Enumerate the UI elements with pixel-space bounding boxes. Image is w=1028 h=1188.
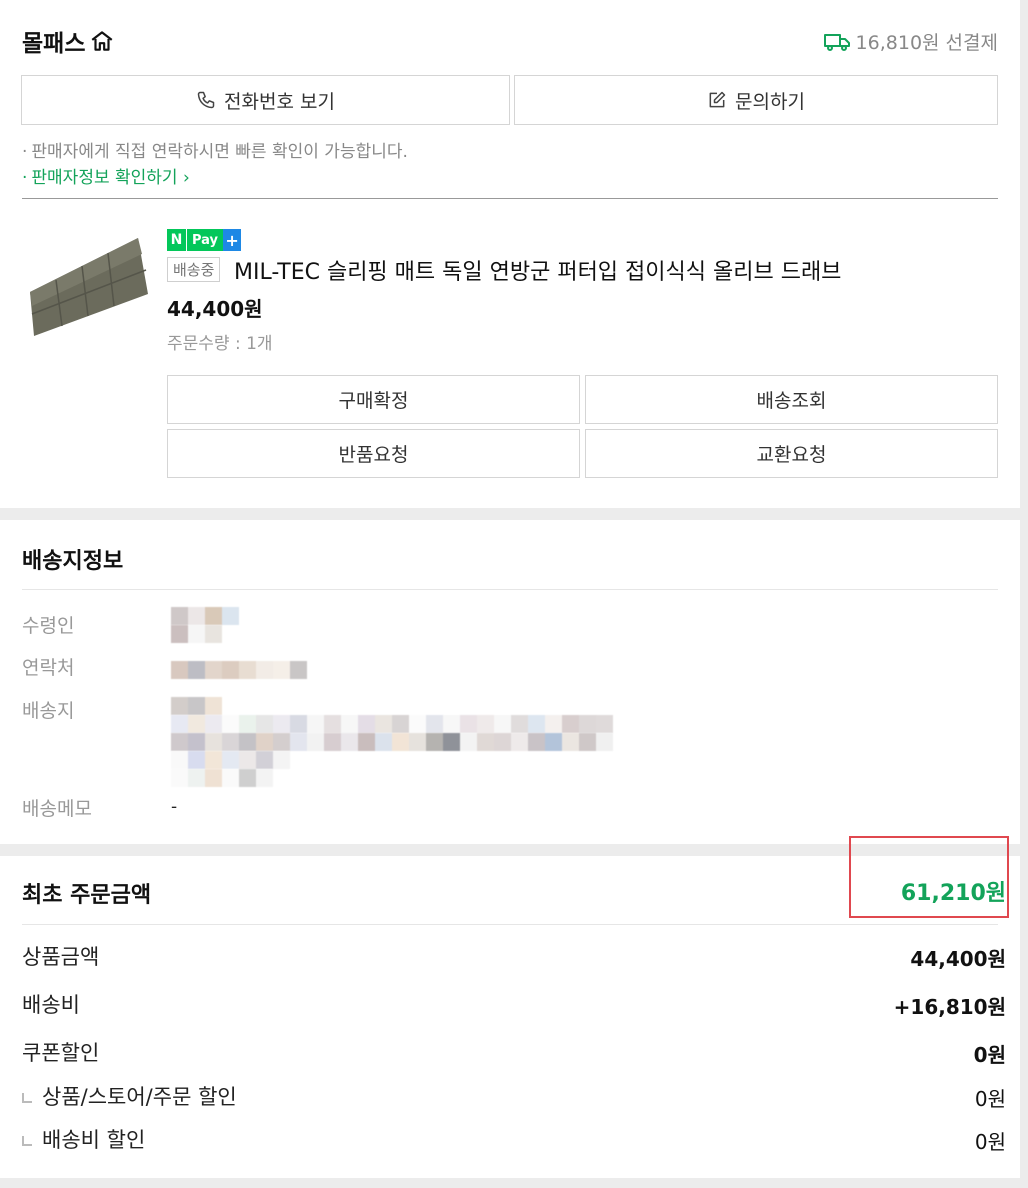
shipping-discount-row: 배송비 할인: [22, 1124, 145, 1154]
recipient-value-redacted: [171, 607, 239, 625]
address-line1-redacted: [171, 697, 222, 715]
store-name[interactable]: 몰패스: [22, 24, 115, 58]
product-title[interactable]: MIL-TEC 슬리핑 매트 독일 연방군 퍼터입 접이식식 올리브 드래브: [234, 254, 841, 286]
contact-label: 연락처: [22, 657, 75, 679]
inquiry-button[interactable]: 문의하기: [514, 75, 998, 125]
product-thumbnail[interactable]: [26, 232, 152, 342]
npay-plus-logo: +: [223, 229, 242, 251]
view-phone-button[interactable]: 전화번호 보기: [21, 75, 510, 125]
store-discount-label: 상품/스토어/주문 할인: [42, 1085, 237, 1109]
seller-info-link[interactable]: · 판매자정보 확인하기 ›: [22, 163, 190, 188]
status-badge: 배송중: [167, 257, 221, 282]
shipping-info-card: [0, 520, 1020, 844]
coupon-discount-value: 0원: [973, 1043, 1006, 1067]
shipping-fee-text: 16,810원 선결제: [855, 32, 998, 54]
total-highlight-box: [849, 836, 1009, 918]
home-icon: [92, 31, 113, 51]
return-request-label: 반품요청: [338, 444, 409, 466]
address-label: 배송지: [22, 700, 75, 722]
npay-plus-badge: N Pay +: [167, 229, 242, 251]
seller-contact-notice: · 판매자에게 직접 연락하시면 빠른 확인이 가능합니다.: [22, 142, 408, 162]
confirm-purchase-label: 구매확정: [338, 390, 409, 412]
shipping-cost-label: 배송비: [22, 993, 80, 1017]
store-name-text: 몰패스: [22, 31, 86, 57]
view-phone-label: 전화번호 보기: [224, 90, 335, 113]
seller-info-link-text: 판매자정보 확인하기: [31, 168, 178, 188]
track-delivery-button[interactable]: 배송조회: [585, 375, 998, 424]
store-discount-row: 상품/스토어/주문 할인: [22, 1081, 237, 1111]
recipient-value-redacted-2: [171, 625, 222, 643]
shipping-discount-label: 배송비 할인: [42, 1128, 146, 1152]
return-request-button[interactable]: 반품요청: [167, 429, 580, 478]
track-delivery-label: 배송조회: [756, 390, 827, 412]
seller-divider: [22, 198, 998, 199]
order-amount-title: 최초 주문금액: [22, 883, 152, 908]
recipient-label: 수령인: [22, 615, 75, 637]
exchange-request-label: 교환요청: [756, 444, 827, 466]
product-amount-label: 상품금액: [22, 945, 100, 969]
shipping-discount-value: 0원: [974, 1130, 1006, 1154]
shipping-info-title: 배송지정보: [22, 549, 124, 574]
edit-icon: [709, 91, 726, 108]
sub-item-icon: [22, 1136, 32, 1146]
coupon-discount-label: 쿠폰할인: [22, 1041, 100, 1065]
address-line5-redacted: [171, 769, 273, 787]
address-line2-redacted: [171, 715, 613, 733]
address-line3-redacted: [171, 733, 613, 751]
shipping-fee: 16,810원 선결제: [823, 28, 998, 55]
product-amount-value: 44,400원: [910, 947, 1006, 971]
product-price: 44,400원: [167, 297, 263, 321]
contact-value-redacted: [171, 661, 307, 679]
npay-pay-logo: Pay: [187, 229, 224, 251]
memo-value: -: [171, 797, 178, 817]
inquiry-label: 문의하기: [735, 90, 805, 113]
npay-n-logo: N: [167, 229, 187, 251]
shipping-info-divider: [22, 589, 998, 590]
seller-order-card: 몰패스 16,810원 선결제 전화번호 보기 문의하기 · 판매자에게 직접 연…: [0, 0, 1020, 508]
order-amount-divider: [22, 924, 998, 925]
shipping-cost-value: +16,810원: [893, 995, 1006, 1019]
confirm-purchase-button[interactable]: 구매확정: [167, 375, 580, 424]
truck-icon: [823, 33, 850, 51]
chevron-right-icon: ›: [182, 168, 190, 188]
store-discount-value: 0원: [974, 1087, 1006, 1111]
phone-icon: [197, 91, 215, 109]
memo-label: 배송메모: [22, 798, 92, 820]
address-line4-redacted: [171, 751, 290, 769]
exchange-request-button[interactable]: 교환요청: [585, 429, 998, 478]
seller-contact-notice-text: 판매자에게 직접 연락하시면 빠른 확인이 가능합니다.: [31, 142, 408, 162]
sub-item-icon: [22, 1093, 32, 1103]
product-quantity: 주문수량 : 1개: [167, 334, 273, 354]
